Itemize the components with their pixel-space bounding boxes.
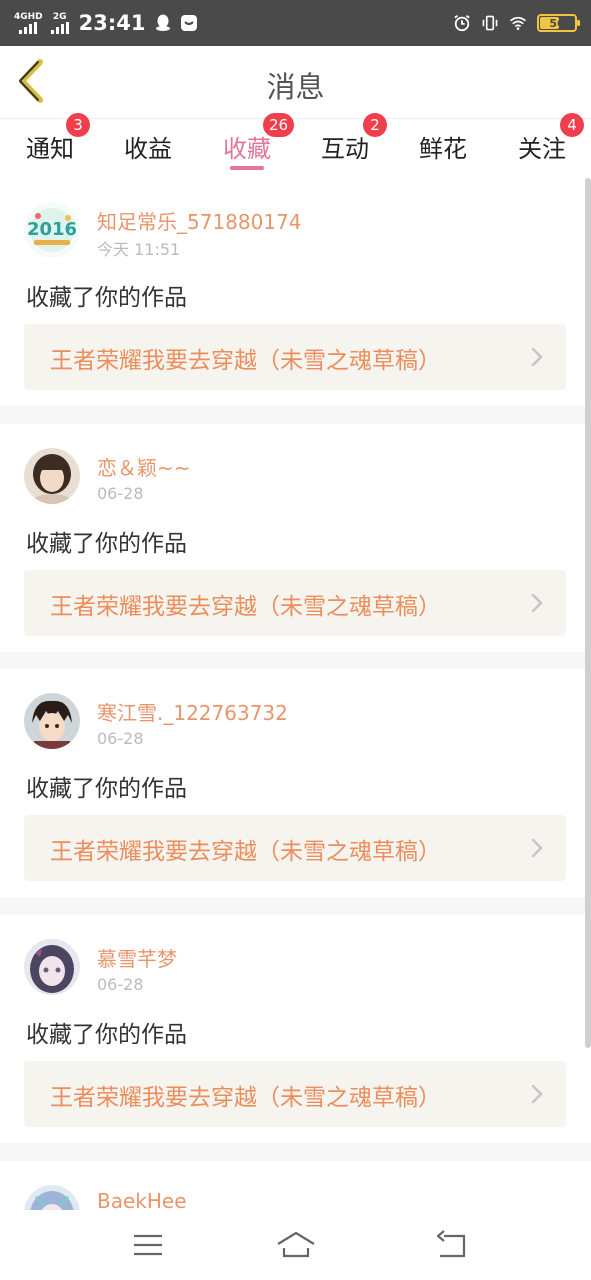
username[interactable]: 恋＆颖~~ [97, 452, 191, 481]
avatar[interactable] [24, 448, 80, 504]
wifi-icon [509, 14, 527, 32]
work-link[interactable]: 王者荣耀我要去穿越（未雪之魂草稿） [24, 815, 566, 881]
username[interactable]: 寒江雪._122763732 [97, 697, 288, 726]
message-date: 06-28 [97, 484, 144, 503]
work-link[interactable]: 王者荣耀我要去穿越（未雪之魂草稿） [24, 324, 566, 390]
action-text: 收藏了你的作品 [26, 531, 187, 557]
back-nav-button[interactable] [432, 1228, 472, 1262]
anime-avatar-icon [24, 1185, 80, 1210]
tab-label: 鲜花 [419, 135, 467, 163]
anime-boy-avatar-icon [24, 693, 80, 749]
username[interactable]: 知足常乐_571880174 [97, 206, 302, 235]
chevron-right-icon [531, 1084, 543, 1104]
tab-badge: 3 [66, 113, 90, 137]
avatar[interactable] [24, 939, 80, 995]
work-title: 王者荣耀我要去穿越（未雪之魂草稿） [50, 348, 441, 374]
avatar[interactable] [24, 1185, 80, 1210]
message-date: 06-28 [97, 975, 144, 994]
work-link[interactable]: 王者荣耀我要去穿越（未雪之魂草稿） [24, 1061, 566, 1127]
status-bar: 4GHD 2G 23:41 56 [0, 0, 591, 46]
work-title: 王者荣耀我要去穿越（未雪之魂草稿） [50, 839, 441, 865]
tab-favorites[interactable]: 收藏 26 [205, 113, 295, 177]
menu-icon [134, 1234, 162, 1256]
tab-notify[interactable]: 通知 3 [8, 113, 92, 177]
action-text: 收藏了你的作品 [26, 285, 187, 311]
system-nav-bar [0, 1210, 591, 1280]
message-card[interactable]: 寒江雪._122763732 06-28 收藏了你的作品 王者荣耀我要去穿越（未… [0, 669, 591, 897]
action-text: 收藏了你的作品 [26, 776, 187, 802]
avatar[interactable]: 2016 [24, 202, 80, 258]
tab-interact[interactable]: 互动 2 [303, 113, 387, 177]
message-card[interactable]: BaekHee [0, 1161, 591, 1210]
username[interactable]: 慕雪芊梦 [97, 943, 177, 972]
network-label-2: 2G [52, 11, 67, 22]
message-card[interactable]: 慕雪芊梦 06-28 收藏了你的作品 王者荣耀我要去穿越（未雪之魂草稿） [0, 915, 591, 1143]
work-link[interactable]: 王者荣耀我要去穿越（未雪之魂草稿） [24, 570, 566, 636]
alarm-icon [453, 14, 471, 32]
vibrate-icon [481, 14, 499, 32]
network-label-1: 4GHD [14, 11, 43, 22]
scrollbar[interactable] [585, 178, 591, 1048]
message-list[interactable]: 2016 知足常乐_571880174 今天 11:51 收藏了你的作品 王者荣… [0, 178, 591, 1210]
qq-icon [154, 14, 172, 32]
battery-icon: 56 [537, 14, 580, 32]
nav-bar: 消息 [0, 46, 591, 118]
page-title: 消息 [266, 70, 325, 104]
tab-earnings[interactable]: 收益 [106, 119, 190, 177]
tab-badge: 26 [263, 113, 295, 137]
message-date: 今天 11:51 [97, 240, 181, 259]
tab-follow[interactable]: 关注 4 [500, 113, 584, 177]
message-card[interactable]: 恋＆颖~~ 06-28 收藏了你的作品 王者荣耀我要去穿越（未雪之魂草稿） [0, 424, 591, 652]
anime-girl-avatar-icon [24, 939, 80, 995]
new-year-avatar-icon: 2016 [24, 202, 80, 258]
chevron-right-icon [531, 838, 543, 858]
username[interactable]: BaekHee [97, 1189, 187, 1210]
svg-text:2016: 2016 [27, 219, 77, 240]
girl-photo-avatar-icon [24, 448, 80, 504]
avatar[interactable] [24, 693, 80, 749]
message-card[interactable]: 2016 知足常乐_571880174 今天 11:51 收藏了你的作品 王者荣… [0, 178, 591, 406]
home-icon [277, 1231, 315, 1258]
chevron-right-icon [531, 593, 543, 613]
work-title: 王者荣耀我要去穿越（未雪之魂草稿） [50, 1085, 441, 1111]
tab-badge: 4 [560, 113, 584, 137]
home-button[interactable] [274, 1228, 318, 1262]
tab-badge: 2 [363, 113, 387, 137]
signal-2g-icon: 2G [50, 11, 69, 34]
active-tab-indicator [230, 166, 264, 170]
chevron-right-icon [531, 347, 543, 367]
message-app-icon [180, 14, 198, 32]
menu-button[interactable] [128, 1228, 168, 1262]
status-time: 23:41 [78, 11, 146, 35]
signal-4g-icon: 4GHD [14, 11, 43, 34]
return-icon [436, 1230, 466, 1258]
tab-flowers[interactable]: 鲜花 [401, 119, 485, 177]
tab-bar: 通知 3 收益 收藏 26 互动 2 鲜花 关注 4 [0, 113, 591, 178]
battery-level: 56 [549, 16, 565, 30]
work-title: 王者荣耀我要去穿越（未雪之魂草稿） [50, 594, 441, 620]
action-text: 收藏了你的作品 [26, 1022, 187, 1048]
message-date: 06-28 [97, 729, 144, 748]
tab-label: 收益 [124, 135, 172, 163]
